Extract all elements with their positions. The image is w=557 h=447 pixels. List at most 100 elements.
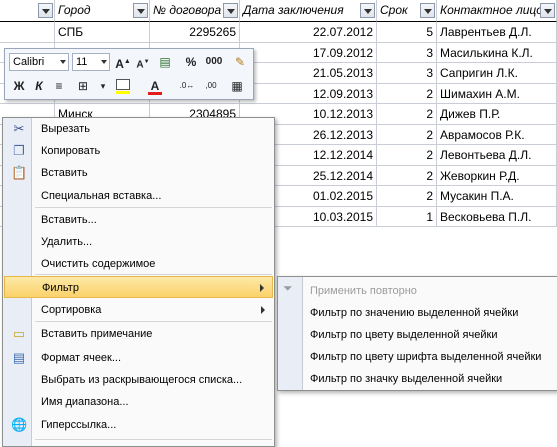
context-menu-item[interactable]: Сортировка — [4, 299, 273, 321]
decrease-decimal-icon[interactable]: .0↔ — [177, 76, 197, 96]
header-contact[interactable]: Контактное лицо — [437, 0, 557, 22]
filter-dropdown-icon[interactable] — [133, 3, 148, 18]
table-cell[interactable]: 2 — [377, 145, 437, 166]
filter-dropdown-icon[interactable] — [540, 3, 555, 18]
table-cell[interactable]: Жеворкин Р.Д. — [437, 165, 557, 186]
context-menu-label: Имя диапазона... — [41, 396, 129, 408]
context-menu-label: Формат ячеек... — [41, 352, 122, 364]
context-menu-item[interactable]: Вставить... — [4, 209, 273, 231]
context-menu-label: Вставить... — [41, 214, 97, 226]
merge-cells-icon[interactable]: ▾ — [93, 76, 113, 96]
table-cell[interactable]: 2 — [377, 165, 437, 186]
table-cell[interactable]: 3 — [377, 63, 437, 84]
currency-format-icon[interactable]: ▤ — [155, 52, 175, 72]
font-size-value: 11 — [76, 56, 88, 68]
context-menu-label: Гиперссылка... — [41, 419, 117, 431]
filter-dropdown-icon[interactable] — [223, 3, 238, 18]
comment-icon: ▭ — [12, 326, 26, 341]
font-size-select[interactable]: 11 — [72, 53, 110, 71]
context-menu-label: Удалить... — [41, 236, 93, 248]
context-menu-item[interactable]: ▭ Вставить примечание — [4, 323, 273, 345]
table-cell[interactable]: 2295265 — [150, 22, 240, 43]
font-name-select[interactable]: Calibri — [9, 53, 69, 71]
percent-format-icon[interactable]: % — [181, 52, 201, 72]
table-cell[interactable]: 2 — [377, 186, 437, 207]
increase-font-icon[interactable]: A▲ — [113, 52, 133, 72]
hyperlink-icon: 🌐 — [11, 417, 28, 432]
filter-by-value-item[interactable]: Фильтр по значению выделенной ячейки — [310, 302, 518, 324]
table-cell[interactable]: Шимахин А.М. — [437, 83, 557, 104]
filter-dropdown-icon[interactable] — [360, 3, 375, 18]
decrease-font-icon[interactable]: A▼ — [133, 52, 153, 72]
header-date[interactable]: Дата заключения — [240, 0, 377, 22]
menu-separator — [35, 321, 272, 322]
context-menu-item[interactable]: Выбрать из раскрывающегося списка... — [4, 369, 273, 391]
context-menu-label: Очистить содержимое — [41, 258, 156, 270]
table-cell[interactable]: 1 — [377, 206, 437, 227]
table-cell[interactable]: 2 — [377, 83, 437, 104]
filter-dropdown-icon[interactable] — [38, 3, 53, 18]
borders-icon[interactable]: ⊞ — [73, 76, 93, 96]
chevron-down-icon — [101, 60, 107, 64]
format-painter-icon[interactable]: ✎ — [230, 52, 250, 72]
menu-separator — [35, 274, 272, 275]
copy-icon: ❐ — [13, 143, 25, 158]
context-menu-item[interactable]: Имя диапазона... — [4, 391, 273, 413]
font-color-icon[interactable]: A — [145, 76, 165, 96]
context-menu: ✂ Вырезать ❐ Копировать 📋 Вставить Специальная… — [2, 117, 275, 447]
table-cell[interactable]: Дижев П.Р. — [437, 104, 557, 125]
context-menu-label: Вставить примечание — [41, 328, 153, 340]
table-cell[interactable]: 17.09.2012 — [240, 42, 377, 63]
context-menu-item[interactable]: ❐ Копировать — [4, 140, 273, 162]
context-menu-item[interactable]: Удалить... — [4, 231, 273, 253]
table-cell[interactable]: 3 — [377, 42, 437, 63]
context-menu-label: Выбрать из раскрывающегося списка... — [41, 374, 243, 386]
reapply-filter-item: Применить повторно — [310, 285, 417, 297]
filter-by-font-color-item[interactable]: Фильтр по цвету шрифта выделенной ячейки — [310, 346, 541, 368]
table-cell[interactable] — [0, 22, 55, 43]
submenu-arrow-icon — [261, 306, 265, 314]
chevron-down-icon — [60, 60, 66, 64]
context-menu-label: Фильтр — [42, 282, 79, 294]
italic-icon[interactable]: К — [29, 76, 49, 96]
format-cells-icon: ▤ — [12, 350, 26, 365]
mini-toolbar: Calibri 11 A▲ A▼ ▤ % 000 ✎ Ж К ≡ ⊞ ▾ A .… — [4, 48, 254, 100]
table-cell[interactable]: 22.07.2012 — [240, 22, 377, 43]
menu-separator — [35, 439, 272, 440]
context-menu-label: Сортировка — [41, 304, 102, 316]
menu-separator — [35, 207, 272, 208]
table-cell[interactable]: 12.09.2013 — [240, 83, 377, 104]
table-cell[interactable]: 2 — [377, 104, 437, 125]
context-menu-item[interactable]: ▤ Формат ячеек... — [4, 347, 273, 369]
table-cell[interactable]: Аврамосов Р.К. — [437, 124, 557, 145]
table-format-icon[interactable]: ▦ — [227, 76, 247, 96]
filter-by-cell-color-item[interactable]: Фильтр по цвету выделенной ячейки — [310, 324, 497, 346]
table-cell[interactable]: 2 — [377, 124, 437, 145]
fill-color-icon[interactable] — [113, 76, 133, 96]
context-menu-item[interactable]: Очистить содержимое — [4, 253, 273, 275]
context-menu-label: Вставить — [41, 167, 88, 179]
table-cell[interactable]: Лаврентьев Д.Л. — [437, 22, 557, 43]
context-menu-item[interactable]: 🌐 Гиперссылка... — [4, 414, 273, 436]
context-menu-item[interactable]: 📋 Вставить — [4, 162, 273, 184]
context-menu-label: Копировать — [41, 145, 101, 157]
bold-icon[interactable]: Ж — [9, 76, 29, 96]
context-menu-item[interactable]: Фильтр — [4, 276, 273, 298]
table-cell[interactable]: Мусакин П.А. — [437, 186, 557, 207]
context-menu-item[interactable]: Специальная вставка... — [4, 185, 273, 207]
context-menu-item[interactable]: ✂ Вырезать — [4, 118, 273, 140]
table-cell[interactable]: 21.05.2013 — [240, 63, 377, 84]
table-cell[interactable]: Масилькина К.Л. — [437, 42, 557, 63]
table-cell[interactable]: Левонтьева Д.Л. — [437, 145, 557, 166]
reapply-filter-icon: ⏷ — [283, 281, 293, 295]
increase-decimal-icon[interactable]: ,00 — [201, 76, 221, 96]
align-center-icon[interactable]: ≡ — [49, 76, 69, 96]
table-cell[interactable]: Сапригин Л.К. — [437, 63, 557, 84]
filter-by-icon-item[interactable]: Фильтр по значку выделенной ячейки — [310, 368, 502, 390]
thousands-format-icon[interactable]: 000 — [201, 52, 227, 72]
context-menu-label: Вырезать — [41, 123, 90, 135]
filter-dropdown-icon[interactable] — [420, 3, 435, 18]
table-cell[interactable]: СПБ — [55, 22, 150, 43]
table-cell[interactable]: Весковьева П.Л. — [437, 206, 557, 227]
table-cell[interactable]: 5 — [377, 22, 437, 43]
